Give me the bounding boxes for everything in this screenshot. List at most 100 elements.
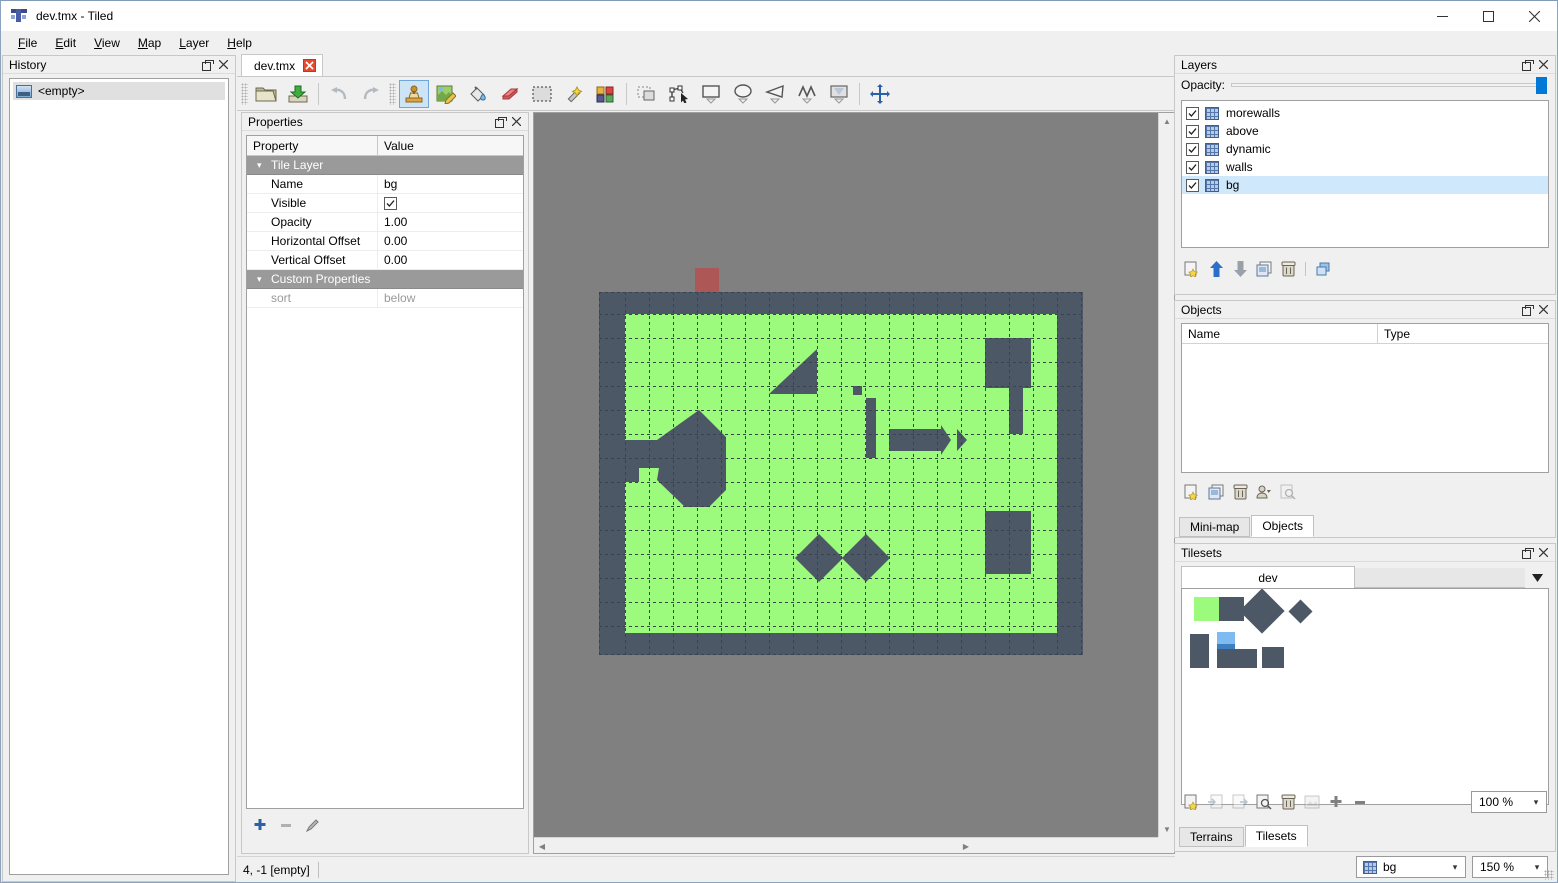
property-group-tile-layer[interactable]: ▾ Tile Layer <box>247 156 523 175</box>
move-object-to-layer-button[interactable] <box>1255 483 1273 501</box>
undo-button[interactable] <box>324 80 354 108</box>
menu-layer[interactable]: Layer <box>170 33 218 53</box>
export-tileset-button[interactable] <box>1231 793 1249 811</box>
property-group-custom-properties[interactable]: ▾ Custom Properties <box>247 270 523 289</box>
property-value[interactable]: below <box>378 289 523 307</box>
history-float-button[interactable] <box>199 57 215 73</box>
layer-visibility-checkbox[interactable] <box>1186 160 1199 174</box>
properties-close-button[interactable] <box>508 114 524 130</box>
duplicate-layer-button[interactable] <box>1255 260 1273 278</box>
insert-polygon-tool[interactable] <box>760 80 790 108</box>
tileset-image-button[interactable] <box>1303 793 1321 811</box>
scroll-left-icon[interactable]: ◀ <box>534 838 550 853</box>
list-item[interactable]: <empty> <box>13 82 225 100</box>
layer-visibility-checkbox[interactable] <box>1186 142 1199 156</box>
property-value[interactable]: bg <box>378 175 523 193</box>
bucket-fill-tool[interactable] <box>463 80 493 108</box>
scroll-right-icon[interactable]: ▶ <box>775 838 1157 853</box>
delete-layer-button[interactable] <box>1279 260 1297 278</box>
add-property-button[interactable] <box>250 815 270 835</box>
magic-wand-tool[interactable] <box>559 80 589 108</box>
maximize-button[interactable] <box>1465 1 1511 32</box>
add-tiles-button[interactable] <box>1327 793 1345 811</box>
rename-property-button[interactable] <box>302 815 322 835</box>
open-file-button[interactable] <box>251 80 281 108</box>
tileset-tile-green[interactable] <box>1194 597 1219 621</box>
visible-checkbox[interactable] <box>384 196 397 210</box>
properties-table[interactable]: Property Value ▾ Tile Layer Name bg Visi… <box>246 135 524 809</box>
tileset-tile-light-blue[interactable] <box>1217 632 1235 644</box>
object-properties-button[interactable] <box>1279 483 1297 501</box>
tilesets-close-button[interactable] <box>1535 545 1551 561</box>
layer-visibility-checkbox[interactable] <box>1186 106 1199 120</box>
tileset-tile-diamond-small[interactable] <box>1288 599 1313 624</box>
tileset-zoom-combo[interactable]: 100 % ▾ <box>1471 791 1547 813</box>
chevron-down-icon[interactable]: ▾ <box>1445 862 1465 873</box>
map-zoom-combo[interactable]: 150 % ▾ <box>1472 856 1548 878</box>
move-layer-down-button[interactable] <box>1231 260 1249 278</box>
layer-item-bg[interactable]: bg <box>1182 176 1548 194</box>
tilesets-float-button[interactable] <box>1519 545 1535 561</box>
insert-polyline-tool[interactable] <box>792 80 822 108</box>
property-row-opacity[interactable]: Opacity 1.00 <box>247 213 523 232</box>
scroll-down-icon[interactable]: ▼ <box>1159 821 1174 837</box>
window-resize-grip[interactable] <box>1544 870 1554 880</box>
layer-item-dynamic[interactable]: dynamic <box>1182 140 1548 158</box>
opacity-slider-handle[interactable] <box>1536 77 1547 94</box>
property-row-vertical-offset[interactable]: Vertical Offset 0.00 <box>247 251 523 270</box>
layers-close-button[interactable] <box>1535 57 1551 73</box>
eraser-tool[interactable] <box>495 80 525 108</box>
save-file-button[interactable] <box>283 80 313 108</box>
menu-edit[interactable]: Edit <box>46 33 85 53</box>
tile-map[interactable] <box>599 292 1083 655</box>
history-close-button[interactable] <box>215 57 231 73</box>
layer-properties-button[interactable] <box>1314 260 1332 278</box>
property-row-name[interactable]: Name bg <box>247 175 523 194</box>
history-list[interactable]: <empty> <box>9 78 229 875</box>
insert-ellipse-tool[interactable] <box>728 80 758 108</box>
tileset-tile-tall-slate[interactable] <box>1190 634 1209 668</box>
property-row-visible[interactable]: Visible <box>247 194 523 213</box>
chevron-down-icon[interactable]: ▾ <box>1526 797 1546 808</box>
property-value[interactable]: 0.00 <box>378 232 523 250</box>
pan-tool[interactable] <box>865 80 895 108</box>
canvas-horizontal-scrollbar[interactable]: ◀ ▶ <box>534 837 1158 853</box>
remove-property-button[interactable] <box>276 815 296 835</box>
minimize-button[interactable] <box>1419 1 1465 32</box>
move-layer-up-button[interactable] <box>1207 260 1225 278</box>
tileset-tab-menu-button[interactable] <box>1525 568 1549 588</box>
insert-tile-tool[interactable] <box>824 80 854 108</box>
remove-tiles-button[interactable] <box>1351 793 1369 811</box>
select-objects-tool[interactable] <box>632 80 662 108</box>
delete-object-button[interactable] <box>1231 483 1249 501</box>
objects-close-button[interactable] <box>1535 302 1551 318</box>
layer-item-above[interactable]: above <box>1182 122 1548 140</box>
tileset-tile-view[interactable] <box>1181 588 1549 805</box>
menu-map[interactable]: Map <box>129 33 170 53</box>
tab-mini-map[interactable]: Mini-map <box>1179 517 1251 537</box>
property-value[interactable]: 0.00 <box>378 251 523 269</box>
document-tab-dev-tmx[interactable]: dev.tmx <box>241 54 324 76</box>
tab-terrains[interactable]: Terrains <box>1179 827 1244 847</box>
layers-float-button[interactable] <box>1519 57 1535 73</box>
menu-file[interactable]: File <box>9 33 46 53</box>
opacity-slider[interactable] <box>1231 77 1547 94</box>
map-canvas-container[interactable]: ▲ ▼ ◀ ▶ <box>533 112 1175 854</box>
layer-visibility-checkbox[interactable] <box>1186 178 1199 192</box>
current-layer-combo[interactable]: bg ▾ <box>1356 856 1466 878</box>
column-header-name[interactable]: Name <box>1182 324 1378 343</box>
edit-polygons-tool[interactable] <box>664 80 694 108</box>
layers-list[interactable]: morewalls above dynamic walls bg <box>1181 100 1549 248</box>
property-row-horizontal-offset[interactable]: Horizontal Offset 0.00 <box>247 232 523 251</box>
terrain-brush-tool[interactable] <box>431 80 461 108</box>
menu-view[interactable]: View <box>85 33 129 53</box>
toolbar-grip[interactable] <box>241 82 248 105</box>
select-same-tile-tool[interactable] <box>591 80 621 108</box>
map-canvas[interactable] <box>534 113 1158 837</box>
tileset-tile-diamond-large[interactable] <box>1239 589 1285 634</box>
objects-table[interactable]: Name Type <box>1181 323 1549 473</box>
remove-tileset-button[interactable] <box>1279 793 1297 811</box>
properties-float-button[interactable] <box>492 114 508 130</box>
rectangular-select-tool[interactable] <box>527 80 557 108</box>
document-tab-close-icon[interactable] <box>303 59 317 72</box>
